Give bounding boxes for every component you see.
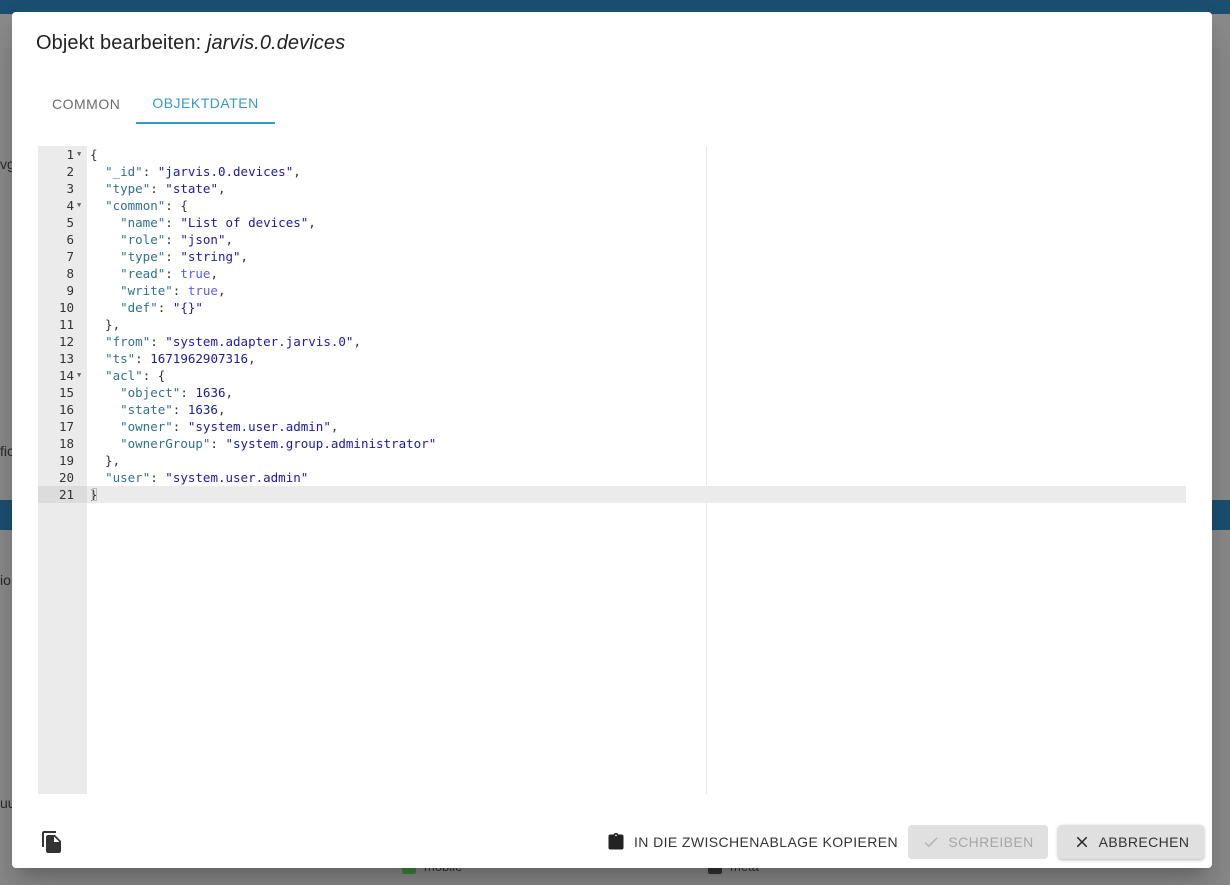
- code-line: 19 },: [58, 453, 121, 468]
- code-line: 9 "write": true,: [66, 283, 226, 298]
- copy-to-clipboard-button[interactable]: IN DIE ZWISCHENABLAGE KOPIEREN: [598, 825, 906, 859]
- code-line: 13 "ts": 1671962907316,: [58, 351, 256, 366]
- check-icon: [924, 837, 939, 848]
- background-fragment: io: [0, 572, 11, 588]
- code-line: 2 "_id": "jarvis.0.devices",: [66, 164, 301, 179]
- fold-arrow-icon[interactable]: ▼: [77, 146, 81, 163]
- code-line: 5 "name": "List of devices",: [66, 215, 316, 230]
- code-line: 7 "type": "string",: [66, 249, 249, 264]
- tab-common[interactable]: COMMON: [36, 84, 136, 124]
- code-line: 16 "state": 1636,: [58, 402, 226, 417]
- code-line: 8 "read": true,: [66, 266, 218, 281]
- json-editor[interactable]: 1 ▼{ 2 "_id": "jarvis.0.devices", 3 "type…: [38, 146, 1186, 794]
- code-line: 10 "def": "{}": [58, 300, 203, 315]
- code-line: 14 ▼ "acl": {: [58, 367, 166, 384]
- editor-lines: 1 ▼{ 2 "_id": "jarvis.0.devices", 3 "type…: [38, 146, 1186, 503]
- close-icon: [1076, 836, 1087, 848]
- code-line: 3 "type": "state",: [66, 181, 226, 196]
- copy-file-icon[interactable]: [40, 830, 64, 854]
- clipboard-icon: [608, 832, 624, 850]
- code-line: 17 "owner": "system.user.admin",: [58, 419, 339, 434]
- code-line: 20 "user": "system.user.admin": [58, 470, 309, 485]
- fold-arrow-icon[interactable]: ▼: [77, 197, 81, 214]
- write-button[interactable]: SCHREIBEN: [908, 825, 1048, 859]
- code-line: 4 ▼ "common": {: [66, 197, 188, 214]
- code-line: 12 "from": "system.adapter.jarvis.0",: [58, 334, 361, 349]
- code-line: 1 ▼{: [66, 146, 98, 163]
- code-line: 18 "ownerGroup": "system.group.administr…: [58, 436, 437, 451]
- tab-objektdaten[interactable]: OBJEKTDATEN: [136, 84, 275, 124]
- code-line: 11 },: [58, 317, 121, 332]
- cancel-button[interactable]: ABBRECHEN: [1058, 825, 1204, 859]
- object-id: jarvis.0.devices: [206, 32, 346, 54]
- code-line: 6 "role": "json",: [66, 232, 234, 247]
- code-line: 15 "object": 1636,: [58, 385, 234, 400]
- edit-object-dialog: Objekt bearbeiten: jarvis.0.devices COMM…: [12, 12, 1212, 868]
- tab-bar: COMMON OBJEKTDATEN: [36, 84, 275, 124]
- code-line-active: 21}: [38, 486, 1186, 503]
- fold-arrow-icon[interactable]: ▼: [77, 367, 81, 384]
- text-cursor: [91, 488, 97, 501]
- dialog-title: Objekt bearbeiten: jarvis.0.devices: [36, 32, 346, 54]
